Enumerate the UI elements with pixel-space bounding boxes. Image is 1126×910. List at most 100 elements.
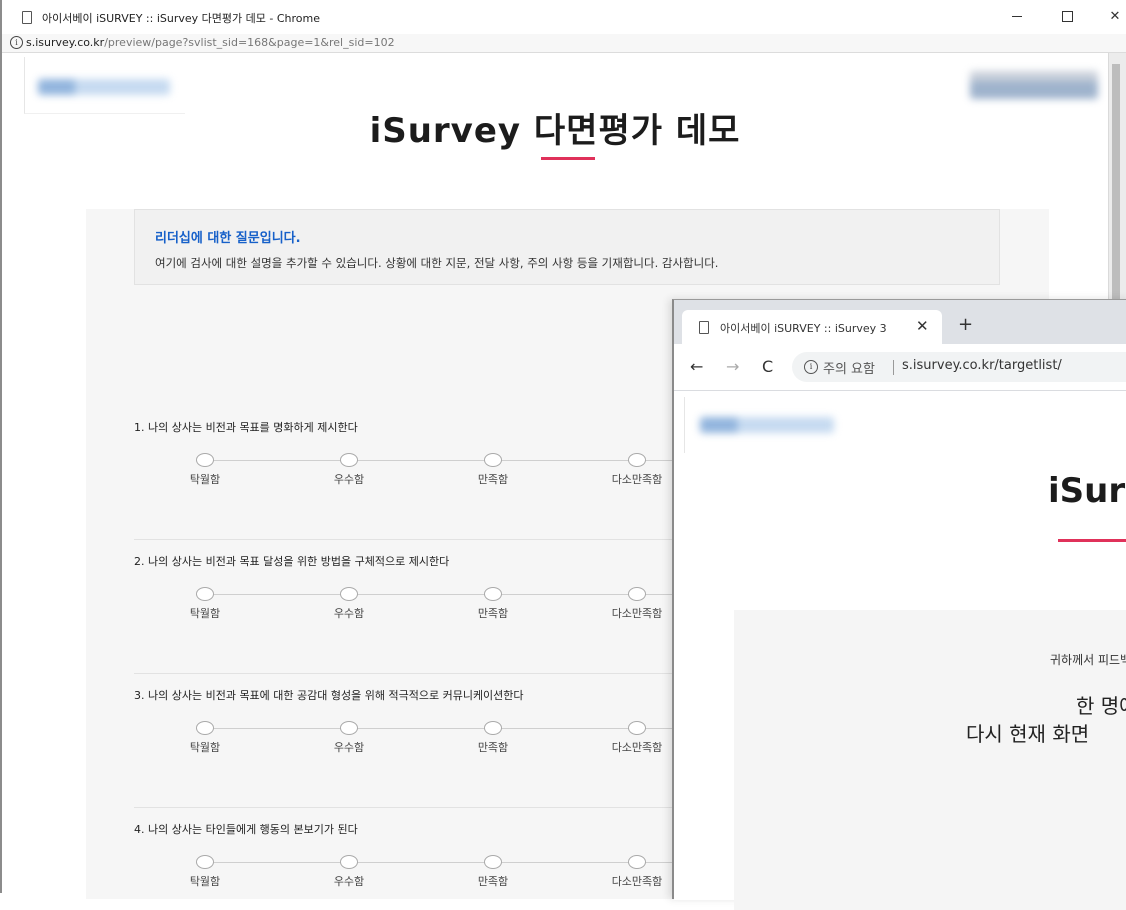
info-icon[interactable]: i bbox=[804, 360, 818, 374]
question-divider bbox=[134, 807, 674, 808]
option[interactable]: 우수함 bbox=[304, 453, 394, 487]
maximize-button[interactable] bbox=[1052, 6, 1082, 28]
option-label: 만족함 bbox=[477, 741, 509, 754]
radio-button[interactable] bbox=[196, 855, 214, 869]
info-icon[interactable]: i bbox=[10, 36, 23, 49]
radio-button[interactable] bbox=[484, 453, 502, 467]
option[interactable]: 우수함 bbox=[304, 855, 394, 889]
option[interactable]: 탁월함 bbox=[160, 453, 250, 487]
tab-close-icon[interactable]: ✕ bbox=[916, 317, 929, 335]
security-warning[interactable]: 주의 요함 bbox=[823, 358, 875, 377]
option-label: 만족함 bbox=[477, 875, 509, 888]
company-logo-right bbox=[970, 71, 1098, 99]
option-label: 우수함 bbox=[333, 473, 365, 486]
window-title: 아이서베이 iSURVEY :: iSurvey 다면평가 데모 - Chrom… bbox=[42, 12, 320, 25]
option[interactable]: 만족함 bbox=[448, 721, 538, 755]
radio-button[interactable] bbox=[628, 855, 646, 869]
browser-toolbar: ← → C i 주의 요함 s.isurvey.co.kr/targetlist… bbox=[674, 344, 1126, 391]
radio-button[interactable] bbox=[196, 721, 214, 735]
company-logo-left bbox=[38, 79, 170, 95]
option-label: 우수함 bbox=[333, 607, 365, 620]
notice-description: 여기에 검사에 대한 설명을 추가할 수 있습니다. 상황에 대한 지문, 전달… bbox=[155, 256, 719, 270]
targetlist-browser-window: 아이서베이 iSURVEY :: iSurvey 3 ✕ + ← → C i 주… bbox=[672, 299, 1126, 910]
scrollbar-thumb[interactable] bbox=[1112, 64, 1120, 309]
option[interactable]: 다소만족함 bbox=[592, 855, 682, 889]
company-logo bbox=[700, 417, 834, 433]
url-host: s.isurvey.co.kr bbox=[26, 36, 105, 49]
minimize-icon bbox=[1012, 16, 1022, 17]
radio-button[interactable] bbox=[484, 721, 502, 735]
notice-title: 리더십에 대한 질문입니다. bbox=[155, 231, 301, 246]
option[interactable]: 다소만족함 bbox=[592, 587, 682, 621]
forward-icon[interactable]: → bbox=[726, 358, 739, 376]
radio-button[interactable] bbox=[340, 721, 358, 735]
url-text[interactable]: s.isurvey.co.kr/preview/page?svlist_sid=… bbox=[26, 36, 395, 49]
panel-subtext: 귀하께서 피드백 bbox=[1050, 653, 1126, 667]
question-text: 2. 나의 상사는 비전과 목표 달성을 위한 방법을 구체적으로 제시한다 bbox=[134, 555, 450, 568]
option[interactable]: 우수함 bbox=[304, 587, 394, 621]
option[interactable]: 탁월함 bbox=[160, 721, 250, 755]
close-button[interactable]: ✕ bbox=[1100, 6, 1126, 28]
option-label: 탁월함 bbox=[189, 607, 221, 620]
panel-message-line2: 다시 현재 화면 bbox=[966, 722, 1090, 746]
omnibox-divider bbox=[893, 360, 894, 375]
option-label: 다소만족함 bbox=[611, 607, 663, 620]
notice-box: 리더십에 대한 질문입니다. 여기에 검사에 대한 설명을 추가할 수 있습니다… bbox=[134, 209, 1000, 285]
radio-button[interactable] bbox=[340, 587, 358, 601]
panel-message-line1: 한 명에 bbox=[1076, 694, 1126, 718]
tab-strip: 아이서베이 iSURVEY :: iSurvey 3 ✕ + bbox=[674, 300, 1126, 344]
browser-tab[interactable]: 아이서베이 iSURVEY :: iSurvey 3 ✕ bbox=[682, 310, 942, 344]
omnibox[interactable]: i 주의 요함 s.isurvey.co.kr/targetlist/ bbox=[792, 352, 1126, 382]
message-panel: 귀하께서 피드백 한 명에 다시 현재 화면 bbox=[734, 610, 1126, 910]
option[interactable]: 다소만족함 bbox=[592, 721, 682, 755]
radio-button[interactable] bbox=[484, 587, 502, 601]
radio-button[interactable] bbox=[340, 453, 358, 467]
radio-button[interactable] bbox=[484, 855, 502, 869]
option-label: 우수함 bbox=[333, 875, 365, 888]
option[interactable]: 만족함 bbox=[448, 453, 538, 487]
page-title: iSur bbox=[1048, 471, 1126, 511]
option-label: 탁월함 bbox=[189, 875, 221, 888]
back-icon[interactable]: ← bbox=[690, 358, 703, 376]
maximize-icon bbox=[1061, 11, 1073, 22]
url-text[interactable]: s.isurvey.co.kr/targetlist/ bbox=[902, 358, 1062, 373]
minimize-button[interactable] bbox=[1002, 6, 1032, 28]
radio-button[interactable] bbox=[196, 587, 214, 601]
question-divider bbox=[134, 673, 674, 674]
address-bar[interactable]: i s.isurvey.co.kr/preview/page?svlist_si… bbox=[2, 34, 1126, 53]
page-title: iSurvey 다면평가 데모 bbox=[369, 111, 741, 151]
radio-button[interactable] bbox=[628, 453, 646, 467]
question-text: 3. 나의 상사는 비전과 목표에 대한 공감대 형성을 위해 적극적으로 커뮤… bbox=[134, 689, 524, 702]
option[interactable]: 다소만족함 bbox=[592, 453, 682, 487]
question-text: 4. 나의 상사는 타인들에게 행동의 본보기가 된다 bbox=[134, 823, 358, 836]
question-divider bbox=[134, 539, 674, 540]
option[interactable]: 만족함 bbox=[448, 855, 538, 889]
option[interactable]: 탁월함 bbox=[160, 855, 250, 889]
radio-button[interactable] bbox=[628, 587, 646, 601]
option-label: 만족함 bbox=[477, 607, 509, 620]
option-label: 우수함 bbox=[333, 741, 365, 754]
title-underline bbox=[1058, 539, 1126, 542]
radio-button[interactable] bbox=[628, 721, 646, 735]
option-label: 다소만족함 bbox=[611, 741, 663, 754]
page-icon bbox=[22, 11, 32, 24]
option[interactable]: 우수함 bbox=[304, 721, 394, 755]
option-label: 탁월함 bbox=[189, 473, 221, 486]
option[interactable]: 만족함 bbox=[448, 587, 538, 621]
option-label: 탁월함 bbox=[189, 741, 221, 754]
page-icon bbox=[699, 321, 709, 334]
radio-button[interactable] bbox=[196, 453, 214, 467]
page-content: iSur 귀하께서 피드백 한 명에 다시 현재 화면 bbox=[674, 391, 1126, 910]
option-label: 만족함 bbox=[477, 473, 509, 486]
question-text: 1. 나의 상사는 비전과 목표를 명화하게 제시한다 bbox=[134, 421, 358, 434]
option-label: 다소만족함 bbox=[611, 473, 663, 486]
url-path: /preview/page?svlist_sid=168&page=1&rel_… bbox=[104, 36, 395, 49]
tab-title: 아이서베이 iSURVEY :: iSurvey 3 bbox=[720, 322, 887, 335]
title-underline bbox=[541, 157, 595, 160]
option[interactable]: 탁월함 bbox=[160, 587, 250, 621]
title-bar: 아이서베이 iSURVEY :: iSurvey 다면평가 데모 - Chrom… bbox=[2, 0, 1126, 35]
option-label: 다소만족함 bbox=[611, 875, 663, 888]
reload-icon[interactable]: C bbox=[762, 358, 773, 376]
new-tab-button[interactable]: + bbox=[958, 316, 973, 334]
radio-button[interactable] bbox=[340, 855, 358, 869]
